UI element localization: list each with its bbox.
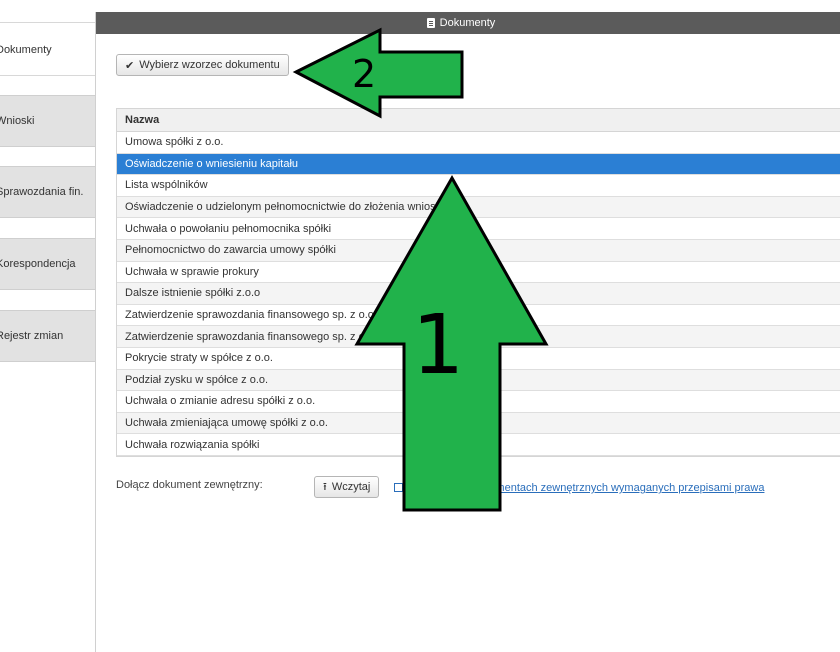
table-row[interactable]: Pełnomocnictwo do zawarcia umowy spółki [117,239,840,262]
table-row[interactable]: Umowa spółki z o.o. [117,132,840,154]
table-row[interactable]: Uchwała o zmianie adresu spółki z o.o. [117,391,840,413]
sidebar-item-sprawozdania[interactable]: Sprawozdania fin. [0,166,95,218]
sidebar: Dokumenty Wnioski Sprawozdania fin. Kore… [0,0,95,643]
table-row[interactable]: Zatwierdzenie sprawozdania finansowego s… [117,326,840,348]
table-header-nazwa: Nazwa [117,109,840,132]
choose-template-button[interactable]: ✔ Wybierz wzorzec dokumentu [116,54,289,76]
sidebar-item-korespondencja[interactable]: Korespondencja [0,238,95,290]
external-docs-link[interactable]: Informacje o dokumentach zewnętrznych wy… [408,482,764,494]
sidebar-item-wnioski[interactable]: Wnioski [0,95,95,147]
table-row[interactable]: Dalsze istnienie spółki z.o.o [117,283,840,305]
annotation-label-2: 2 [352,52,377,96]
table-row[interactable]: Pokrycie straty w spółce z o.o. [117,348,840,370]
check-icon: ✔ [125,59,135,72]
sidebar-item-rejestr-zmian[interactable]: Rejestr zmian [0,310,95,362]
sidebar-item-label: Korespondencja [0,258,76,270]
documents-table: Nazwa Umowa spółki z o.o. Oświadczenie o … [116,108,840,457]
table-row[interactable]: Uchwała w sprawie prokury [117,262,840,284]
choose-template-label: Wybierz wzorzec dokumentu [139,59,280,71]
table-row[interactable]: Lista wspólników [117,175,840,197]
annotation-label-1: 1 [412,298,465,393]
sidebar-item-label: Dokumenty [0,43,52,56]
table-row[interactable]: Podział zysku w spółce z o.o. [117,369,840,392]
upload-icon: ⭱ [323,480,327,493]
upload-label: Wczytaj [331,481,371,493]
upload-button[interactable]: ⭱ Wczytaj [314,476,380,498]
sidebar-item-dokumenty[interactable]: Dokumenty [0,24,95,76]
document-icon [426,18,435,28]
panel-title: Dokumenty [439,17,496,29]
table-row[interactable]: Uchwała zmieniająca umowę spółki z o.o. [117,412,840,435]
table-row[interactable]: Uchwała o powołaniu pełnomocnika spółki [117,218,840,240]
table-row[interactable]: Oświadczenie o wniesieniu kapitału [117,153,840,176]
documents-panel: Dokumenty ✔ Wybierz wzorzec dokumentu Na… [95,12,840,652]
table-row[interactable]: Zatwierdzenie sprawozdania finansowego s… [117,305,840,327]
attach-external-label: Dołącz dokument zewnętrzny: [116,479,263,491]
table-body: Umowa spółki z o.o. Oświadczenie o wniesi… [117,132,840,456]
panel-header: Dokumenty [96,12,840,34]
sidebar-item-label: Rejestr zmian [0,330,64,342]
external-link-icon [394,483,403,492]
sidebar-item-label: Sprawozdania fin. [0,186,84,198]
table-row[interactable]: Oświadczenie o udzielonym pełnomocnictwi… [117,196,840,219]
sidebar-top-strip [0,0,95,23]
sidebar-item-label: Wnioski [0,115,35,127]
table-row[interactable]: Uchwała rozwiązania spółki [117,434,840,456]
